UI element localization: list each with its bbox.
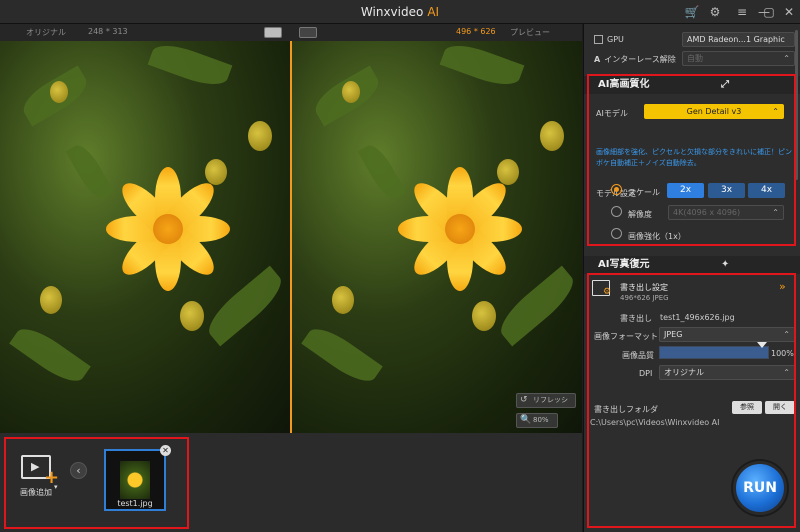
run-button[interactable]: RUN	[733, 461, 787, 515]
preview-header: オリジナル 248 * 313 496 * 626 プレビュー	[0, 24, 582, 41]
preview-label: プレビュー	[510, 28, 550, 37]
gpu-checkbox[interactable]	[594, 35, 603, 44]
title-bar: Winxvideo AI 🛒 ⚙ ≡ — ▢ ✕	[0, 0, 800, 24]
add-images-button[interactable]: + ▾ 画像追加	[10, 455, 62, 515]
split-view-toggle[interactable]	[264, 27, 282, 38]
deinterlace-icon: A	[594, 55, 601, 64]
menu-icon[interactable]: ≡	[734, 4, 750, 20]
gear-icon[interactable]: ⚙	[707, 4, 723, 20]
refresh-button[interactable]: ↺ リフレッシ	[516, 393, 576, 408]
refresh-icon: ↺	[520, 395, 528, 405]
deinterlace-select[interactable]: 自動 ⌃	[682, 51, 795, 66]
gpu-checkbox-row[interactable]: GPU	[594, 35, 624, 44]
thumbnail-filename: test1.jpg	[117, 499, 153, 508]
preview-dimensions: 496 * 626	[456, 27, 496, 36]
preview-area[interactable]: ↺ リフレッシ 🔍 80%	[0, 41, 582, 433]
cart-icon[interactable]: 🛒	[684, 4, 700, 20]
preview-image	[292, 41, 582, 433]
deinterlace-row: A インターレース解除	[594, 55, 676, 64]
side-by-side-toggle[interactable]	[299, 27, 317, 38]
original-label: オリジナル	[26, 28, 66, 37]
original-dimensions: 248 * 313	[88, 27, 128, 36]
app-title: Winxvideo AI	[360, 5, 440, 19]
highlight-box-ai-upscale	[587, 74, 796, 246]
original-image	[0, 41, 290, 433]
gpu-select[interactable]: AMD Radeon...1 Graphic	[682, 32, 795, 47]
close-icon[interactable]: ✕	[781, 4, 797, 20]
zoom-control[interactable]: 🔍 80%	[516, 413, 558, 428]
add-dropdown-icon[interactable]: ▾	[54, 483, 58, 491]
scroll-left-button[interactable]: ‹	[70, 462, 87, 479]
sparkle-icon: ✦	[721, 259, 730, 270]
remove-image-icon[interactable]: ✕	[160, 445, 171, 456]
zoom-icon: 🔍	[520, 415, 532, 425]
maximize-icon[interactable]: ▢	[761, 4, 777, 20]
ai-restore-header[interactable]: AI写真復元 ✦	[584, 256, 800, 274]
